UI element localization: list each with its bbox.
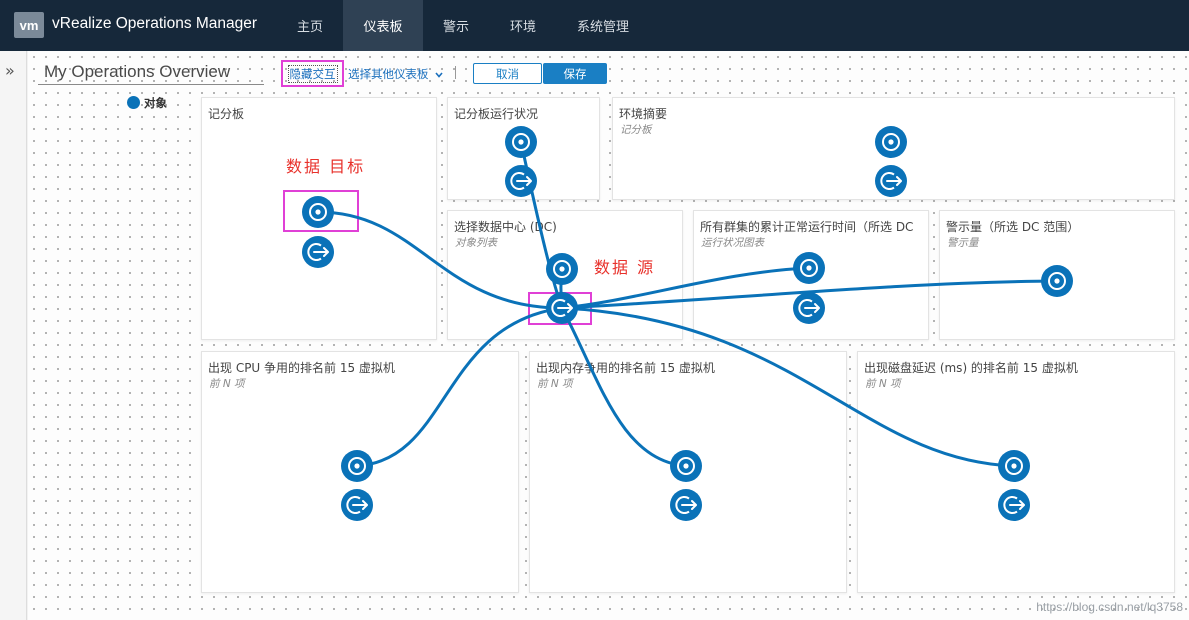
widget-subtitle: 运行状况图表 bbox=[701, 237, 764, 249]
hide-interaction-link-highlight: 隐藏交互 bbox=[281, 60, 344, 87]
nav-tab-environment[interactable]: 环境 bbox=[497, 0, 549, 51]
annotation-data-source: 数据 源 bbox=[594, 258, 656, 277]
widget-title: 出现 CPU 争用的排名前 15 虚拟机 bbox=[208, 361, 395, 375]
target-circle-icon[interactable] bbox=[341, 450, 373, 482]
widget-subtitle: 记分板 bbox=[620, 124, 652, 136]
arrow-out-circle-icon[interactable] bbox=[998, 489, 1030, 521]
hide-interaction-link[interactable]: 隐藏交互 bbox=[287, 64, 338, 83]
nav-tab-dashboards[interactable]: 仪表板 bbox=[343, 0, 423, 51]
top-navigation-bar: vm vRealize Operations Manager 主页 仪表板 警示… bbox=[0, 0, 1189, 51]
select-other-dashboard-label: 选择其他仪表板 bbox=[348, 67, 429, 81]
dashboard-name: My Operations Overview bbox=[44, 62, 231, 81]
left-panel-collapsed: » bbox=[0, 51, 27, 620]
object-legend-label: 对象 bbox=[144, 96, 167, 110]
widget-title: 选择数据中心 (DC) bbox=[454, 220, 557, 234]
widget-title: 所有群集的累计正常运行时间（所选 DC bbox=[700, 220, 914, 234]
widget-title: 记分板 bbox=[208, 107, 245, 121]
arrow-out-circle-icon[interactable] bbox=[793, 292, 825, 324]
widget-subtitle: 警示量 bbox=[947, 237, 979, 249]
nav-tab-alerts[interactable]: 警示 bbox=[430, 0, 482, 51]
arrow-out-circle-icon[interactable] bbox=[302, 236, 334, 268]
target-circle-icon[interactable] bbox=[998, 450, 1030, 482]
target-circle-icon[interactable] bbox=[1041, 265, 1073, 297]
arrow-out-circle-icon[interactable] bbox=[505, 165, 537, 197]
nav-tab-administration[interactable]: 系统管理 bbox=[565, 0, 641, 51]
widget-title: 出现磁盘延迟 (ms) 的排名前 15 虚拟机 bbox=[864, 361, 1078, 375]
target-circle-icon[interactable] bbox=[546, 253, 578, 285]
widget-title: 记分板运行状况 bbox=[454, 107, 539, 121]
arrow-out-circle-icon[interactable] bbox=[546, 292, 578, 324]
widget-subtitle: 对象列表 bbox=[455, 237, 497, 249]
watermark: https://blog.csdn.net/lq3758 bbox=[1036, 600, 1183, 614]
cancel-button[interactable]: 取消 bbox=[473, 63, 542, 84]
object-legend-dot bbox=[127, 96, 140, 109]
vmware-logo[interactable]: vm bbox=[14, 12, 44, 38]
widget-subtitle: 前 N 项 bbox=[865, 378, 901, 390]
widget-title: 出现内存争用的排名前 15 虚拟机 bbox=[536, 361, 715, 375]
target-circle-icon[interactable] bbox=[793, 252, 825, 284]
app-title: vRealize Operations Manager bbox=[52, 15, 258, 32]
target-circle-icon[interactable] bbox=[302, 196, 334, 228]
nav-tab-home[interactable]: 主页 bbox=[282, 0, 338, 51]
annotation-data-target: 数据 目标 bbox=[286, 157, 366, 176]
widget-title: 警示量（所选 DC 范围） bbox=[946, 220, 1080, 234]
dashboard-name-field[interactable]: My Operations Overview bbox=[38, 60, 264, 85]
widget-title: 环境摘要 bbox=[619, 107, 668, 121]
arrow-out-circle-icon[interactable] bbox=[341, 489, 373, 521]
widget-subtitle: 前 N 项 bbox=[537, 378, 573, 390]
arrow-out-circle-icon[interactable] bbox=[875, 165, 907, 197]
target-circle-icon[interactable] bbox=[875, 126, 907, 158]
select-other-dashboard-dropdown[interactable]: 选择其他仪表板 bbox=[348, 66, 443, 82]
expand-panel-icon[interactable]: » bbox=[5, 61, 15, 80]
target-circle-icon[interactable] bbox=[670, 450, 702, 482]
chevron-down-icon bbox=[435, 71, 443, 78]
save-button[interactable]: 保存 bbox=[543, 63, 607, 84]
target-circle-icon[interactable] bbox=[505, 126, 537, 158]
widget-subtitle: 前 N 项 bbox=[209, 378, 245, 390]
arrow-out-circle-icon[interactable] bbox=[670, 489, 702, 521]
toolbar-divider bbox=[455, 66, 456, 79]
